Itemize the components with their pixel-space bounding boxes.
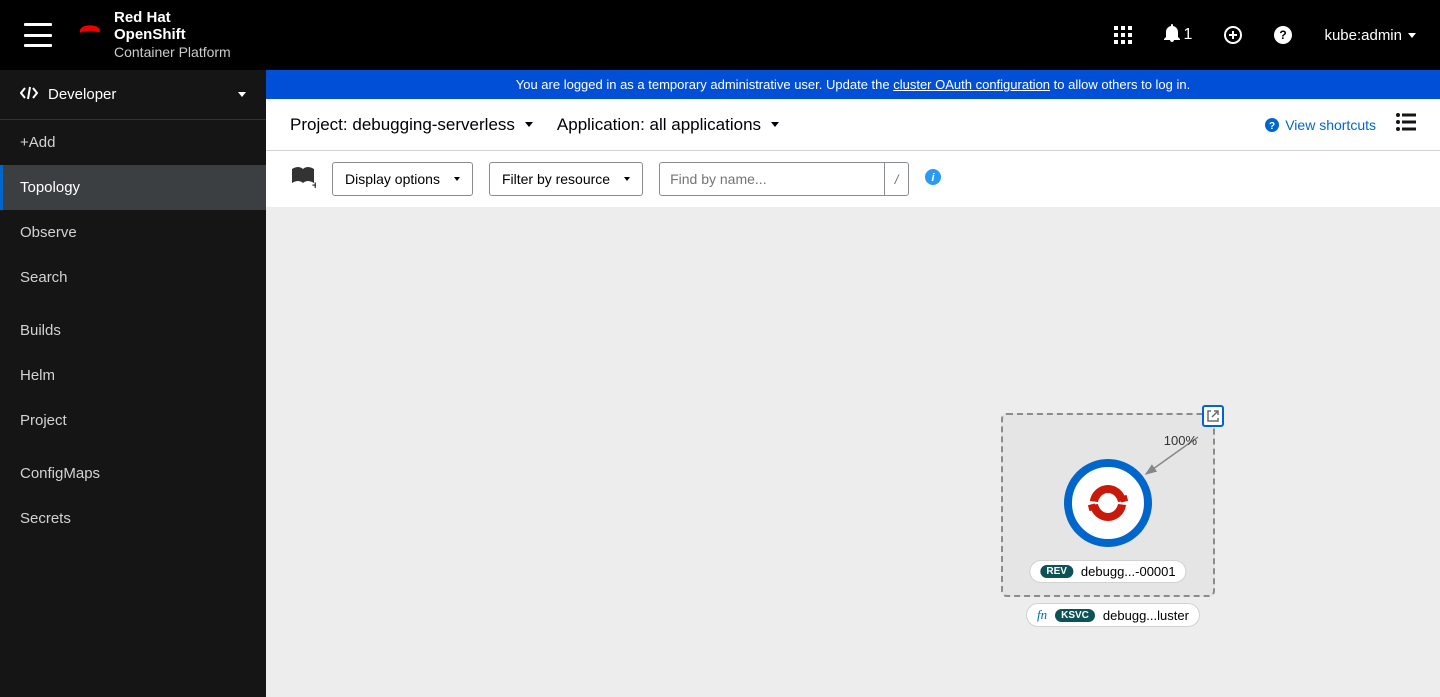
- nav-item-search[interactable]: Search: [0, 255, 266, 300]
- main: You are logged in as a temporary adminis…: [266, 70, 1440, 697]
- pod-ring[interactable]: [1063, 458, 1153, 548]
- fn-icon: fn: [1037, 607, 1047, 623]
- user-menu[interactable]: kube:admin: [1324, 27, 1416, 44]
- caret-down-icon: [238, 92, 246, 97]
- project-selector[interactable]: Project: debugging-serverless: [290, 115, 533, 135]
- caret-down-icon: [771, 122, 779, 127]
- caret-down-icon: [454, 177, 460, 181]
- import-button[interactable]: [1224, 26, 1242, 44]
- shortcuts-label: View shortcuts: [1285, 117, 1376, 133]
- rev-badge: REV: [1040, 565, 1073, 578]
- perspective-label: Developer: [48, 86, 116, 103]
- toolbar-filters: + Display options Filter by resource / i: [266, 151, 1440, 207]
- ksvc-label[interactable]: fn KSVC debugg...luster: [1026, 603, 1200, 627]
- svg-text:?: ?: [1269, 121, 1275, 132]
- temp-admin-banner: You are logged in as a temporary adminis…: [266, 70, 1440, 99]
- brand-line1: Red Hat: [114, 9, 171, 26]
- nav-item-builds[interactable]: Builds: [0, 308, 266, 353]
- nav-item-observe[interactable]: Observe: [0, 210, 266, 255]
- brand-line3: Container Platform: [114, 44, 231, 60]
- nav-item-topology[interactable]: Topology: [0, 165, 266, 210]
- view-shortcuts-link[interactable]: ? View shortcuts: [1265, 117, 1376, 133]
- display-options-dropdown[interactable]: Display options: [332, 162, 473, 196]
- code-icon: [20, 86, 38, 104]
- brand[interactable]: Red Hat OpenShift Container Platform: [76, 9, 231, 62]
- filter-label: Filter by resource: [502, 171, 610, 187]
- display-label: Display options: [345, 171, 440, 187]
- search-input[interactable]: [660, 171, 884, 187]
- nav-item-add[interactable]: +Add: [0, 120, 266, 165]
- banner-post: to allow others to log in.: [1050, 77, 1190, 92]
- nav-item-helm[interactable]: Helm: [0, 353, 266, 398]
- notif-count: 1: [1184, 26, 1193, 44]
- app-launcher-icon[interactable]: [1114, 26, 1132, 44]
- sidebar: Developer +Add Topology Observe Search B…: [0, 70, 266, 697]
- app-value: all applications: [650, 115, 762, 134]
- topology-canvas[interactable]: 100% REV: [266, 207, 1440, 697]
- revision-label[interactable]: REV debugg...-00001: [1029, 560, 1186, 583]
- rev-name: debugg...-00001: [1081, 564, 1176, 579]
- traffic-label: 100%: [1164, 433, 1197, 448]
- search-key-hint: /: [884, 163, 908, 195]
- notifications-button[interactable]: 1: [1164, 24, 1193, 47]
- app-prefix: Application:: [557, 115, 650, 134]
- toolbar-context: Project: debugging-serverless Applicatio…: [266, 99, 1440, 151]
- masthead: Red Hat OpenShift Container Platform 1 ?…: [0, 0, 1440, 70]
- application-selector[interactable]: Application: all applications: [557, 115, 779, 135]
- service-group[interactable]: 100% REV: [1001, 413, 1215, 597]
- filter-resource-dropdown[interactable]: Filter by resource: [489, 162, 643, 196]
- search-box: /: [659, 162, 909, 196]
- banner-link[interactable]: cluster OAuth configuration: [893, 77, 1050, 92]
- project-value: debugging-serverless: [352, 115, 515, 134]
- caret-down-icon: [624, 177, 630, 181]
- user-name: kube:admin: [1324, 27, 1402, 44]
- caret-down-icon: [1408, 33, 1416, 38]
- brand-line2: OpenShift: [114, 26, 186, 43]
- open-url-button[interactable]: [1202, 405, 1224, 427]
- svg-text:+: +: [312, 180, 316, 189]
- svg-text:?: ?: [1280, 28, 1287, 42]
- ksvc-name: debugg...luster: [1103, 608, 1189, 623]
- redhat-icon: [76, 22, 104, 49]
- help-button[interactable]: ?: [1274, 26, 1292, 44]
- info-icon[interactable]: i: [925, 169, 941, 190]
- nav-item-secrets[interactable]: Secrets: [0, 496, 266, 541]
- nav-item-configmaps[interactable]: ConfigMaps: [0, 451, 266, 496]
- banner-pre: You are logged in as a temporary adminis…: [516, 77, 893, 92]
- catalog-icon[interactable]: +: [290, 165, 316, 194]
- ksvc-badge: KSVC: [1055, 609, 1095, 622]
- list-view-toggle[interactable]: [1396, 113, 1416, 136]
- caret-down-icon: [525, 122, 533, 127]
- nav-item-project[interactable]: Project: [0, 398, 266, 443]
- nav-toggle-icon[interactable]: [24, 23, 52, 47]
- project-prefix: Project:: [290, 115, 352, 134]
- perspective-switcher[interactable]: Developer: [0, 70, 266, 120]
- bell-icon: [1164, 24, 1180, 47]
